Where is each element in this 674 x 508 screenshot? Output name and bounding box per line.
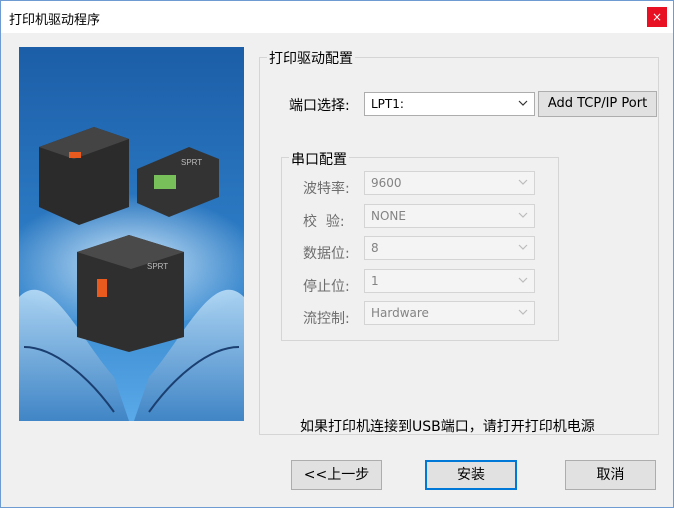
- install-button[interactable]: 安装: [425, 460, 517, 490]
- data-bits-label: 数据位:: [303, 246, 350, 262]
- flow-control-select[interactable]: Hardware: [364, 301, 535, 325]
- close-button[interactable]: ×: [647, 7, 667, 27]
- title-bar[interactable]: 打印机驱动程序 ×: [1, 1, 673, 33]
- flow-control-label: 流控制:: [303, 311, 350, 327]
- chevron-down-icon: [518, 309, 528, 315]
- baud-rate-label: 波特率:: [303, 181, 350, 197]
- flow-control-value: Hardware: [371, 306, 429, 320]
- chevron-down-icon: [518, 277, 528, 283]
- banner-brand: SPRT: [147, 262, 168, 271]
- back-button[interactable]: <<上一步: [291, 460, 382, 490]
- add-tcp-ip-port-button[interactable]: Add TCP/IP Port: [538, 91, 657, 117]
- cancel-button[interactable]: 取消: [565, 460, 656, 490]
- chevron-down-icon: [518, 212, 528, 218]
- stop-bits-value: 1: [371, 274, 379, 288]
- dialog-body: SPRT SPRT 打印驱动配置 端口选择: LPT1: Add TCP/IP …: [1, 33, 673, 507]
- usb-power-notice: 如果打印机连接到USB端口，请打开打印机电源: [300, 419, 595, 435]
- baud-rate-select[interactable]: 9600: [364, 171, 535, 195]
- driver-config-title: 打印驱动配置: [267, 48, 355, 68]
- serial-config-title: 串口配置: [289, 149, 349, 169]
- chevron-down-icon: [518, 179, 528, 185]
- port-select-value: LPT1:: [371, 97, 404, 111]
- parity-select[interactable]: NONE: [364, 204, 535, 228]
- stop-bits-select[interactable]: 1: [364, 269, 535, 293]
- chevron-down-icon: [518, 100, 528, 106]
- baud-rate-value: 9600: [371, 176, 402, 190]
- data-bits-select[interactable]: 8: [364, 236, 535, 260]
- stop-bits-label: 停止位:: [303, 279, 350, 295]
- port-select[interactable]: LPT1:: [364, 92, 535, 116]
- data-bits-value: 8: [371, 241, 379, 255]
- installer-window: 打印机驱动程序 × SPRT SPRT 打印驱动配置 端口选择: LPT1: A…: [0, 0, 674, 508]
- chevron-down-icon: [518, 244, 528, 250]
- port-label: 端口选择:: [289, 98, 350, 114]
- parity-value: NONE: [371, 209, 406, 223]
- window-title: 打印机驱动程序: [9, 13, 101, 28]
- printer-banner-image: SPRT SPRT: [19, 47, 244, 421]
- parity-label: 校 验:: [303, 214, 345, 230]
- banner-brand-small: SPRT: [181, 158, 202, 167]
